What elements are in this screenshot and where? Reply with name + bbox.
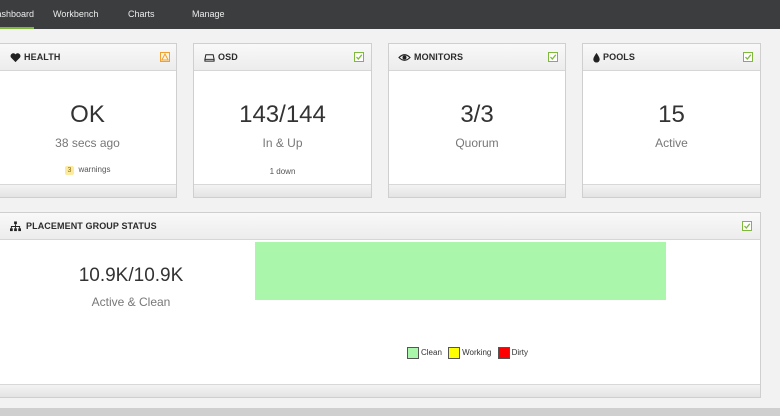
legend-working: Working (448, 347, 491, 359)
legend-working-label: Working (462, 348, 492, 358)
heart-icon (10, 53, 21, 63)
nav-workbench[interactable]: Workbench (53, 0, 98, 29)
legend-clean-swatch (407, 347, 419, 359)
pools-panel-header: POOLS (583, 44, 760, 71)
placement-group-value: 10.9K/10.9K (78, 265, 184, 286)
osd-panel-footer (194, 184, 371, 197)
top-nav-bar: Dashboard Workbench Charts Manage (0, 0, 780, 29)
pools-sub: Active (655, 136, 688, 150)
ok-check-icon (742, 221, 752, 231)
monitors-panel-header: MONITORS (389, 44, 565, 71)
ok-check-icon (548, 52, 558, 62)
pg-legend: Clean Working Dirty (407, 347, 532, 359)
legend-dirty: Dirty (497, 347, 529, 359)
health-panel-footer (0, 184, 176, 197)
health-panel: HEALTH OK 38 secs ago 3 warnings (0, 43, 177, 198)
ok-check-icon (743, 52, 753, 62)
osd-panel: OSD 143/144 In & Up 1 down (193, 43, 372, 198)
placement-group-panel: PLACEMENT GROUP STATUS 10.9K/10.9K Activ… (0, 212, 761, 398)
eye-icon (398, 54, 411, 61)
sitemap-icon (10, 221, 21, 232)
health-value: OK (70, 101, 105, 128)
pg-clean-bar (255, 242, 666, 300)
ok-check-icon (354, 52, 364, 62)
nav-dashboard[interactable]: Dashboard (0, 0, 34, 29)
osd-note: 1 down (269, 167, 296, 176)
health-updated: 38 secs ago (55, 136, 120, 150)
placement-group-panel-header: PLACEMENT GROUP STATUS (0, 213, 760, 240)
monitors-panel-footer (389, 184, 565, 197)
pools-title: POOLS (603, 52, 636, 62)
placement-group-title: PLACEMENT GROUP STATUS (26, 221, 157, 231)
pools-value: 15 (658, 101, 685, 128)
nav-dashboard-label: Dashboard (0, 9, 34, 19)
health-title: HEALTH (24, 52, 61, 62)
placement-group-panel-footer (0, 384, 760, 397)
osd-sub: In & Up (262, 136, 303, 150)
nav-charts-label: Charts (128, 9, 155, 19)
osd-title: OSD (218, 52, 238, 62)
legend-clean: Clean (407, 347, 442, 359)
bottom-strip (0, 408, 780, 416)
warnings-label: warnings (78, 165, 111, 174)
nav-workbench-label: Workbench (53, 9, 99, 19)
legend-dirty-swatch (497, 347, 510, 359)
health-panel-header: HEALTH (0, 44, 176, 71)
droplet-icon (593, 52, 600, 63)
hdd-icon (204, 54, 215, 62)
warning-icon (160, 52, 170, 62)
legend-working-swatch (448, 347, 461, 359)
nav-manage[interactable]: Manage (192, 0, 225, 29)
nav-manage-label: Manage (192, 9, 225, 19)
pools-panel-footer (583, 184, 760, 197)
monitors-panel: MONITORS 3/3 Quorum (388, 43, 566, 198)
placement-group-sub: Active & Clean (91, 295, 171, 309)
legend-dirty-label: Dirty (511, 348, 529, 358)
nav-charts[interactable]: Charts (128, 0, 155, 29)
osd-panel-header: OSD (194, 44, 371, 71)
monitors-value: 3/3 (460, 101, 494, 128)
osd-value: 143/144 (239, 101, 326, 128)
warnings-count-badge: 3 (64, 166, 75, 175)
monitors-sub: Quorum (455, 136, 499, 150)
legend-clean-label: Clean (421, 348, 442, 358)
monitors-title: MONITORS (414, 52, 464, 62)
health-warnings[interactable]: 3 warnings (0, 165, 176, 175)
pools-panel: POOLS 15 Active (582, 43, 761, 198)
